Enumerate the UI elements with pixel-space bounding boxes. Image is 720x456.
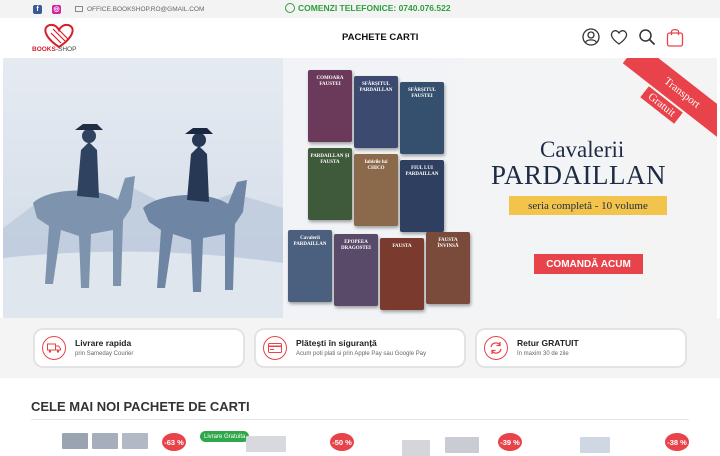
- banner-subtitle: seria completă - 10 volume: [509, 196, 667, 215]
- book-cover: EPOPEEA DRAGOSTEI: [334, 234, 378, 306]
- book-title: EPOPEEA DRAGOSTEI: [340, 240, 371, 251]
- product-image[interactable]: [445, 437, 479, 453]
- contact-email[interactable]: OFFICE.BOOKSHOP.RO@GMAIL.COM: [75, 6, 204, 13]
- book-set-image: COMOARA FAUSTEI SFÂRȘITUL PARDAILLAN SFÂ…: [286, 68, 486, 313]
- feature-subtitle: prin Sameday Courier: [75, 351, 134, 357]
- product-image[interactable]: [402, 440, 430, 456]
- book-cover: PARDAILLAN ȘI FAUSTA: [308, 148, 352, 220]
- book-cover: FIUL LUI PARDAILLAN: [400, 160, 444, 232]
- truck-icon: [42, 336, 66, 360]
- search-icon[interactable]: [638, 28, 656, 46]
- return-arrows-icon: [484, 336, 508, 360]
- mail-icon: [75, 6, 83, 12]
- book-cover: FAUSTA ÎNVINSĂ: [426, 232, 470, 304]
- product-image[interactable]: [580, 437, 610, 453]
- section-divider: [31, 419, 689, 420]
- book-title: COMOARA FAUSTEI: [316, 76, 344, 87]
- book-title: SFÂRȘITUL PARDAILLAN: [359, 82, 393, 93]
- wishlist-heart-icon[interactable]: [610, 29, 628, 45]
- book-cover: Iubirile lui CHICO: [354, 154, 398, 226]
- discount-badge: -39 %: [498, 433, 522, 451]
- feature-title: Plătești în siguranță: [296, 338, 377, 348]
- feature-secure-payment: Plătești în siguranță Acum poti plati si…: [254, 328, 466, 368]
- section-title: CELE MAI NOI PACHETE DE CARTI: [31, 399, 250, 414]
- order-now-button[interactable]: COMANDĂ ACUM: [534, 254, 643, 274]
- product-image[interactable]: [122, 433, 148, 449]
- book-title: FAUSTA ÎNVINSĂ: [437, 238, 459, 249]
- book-cover: FAUSTA: [380, 238, 424, 310]
- header-actions: [582, 27, 684, 47]
- phone-icon: [285, 3, 295, 13]
- free-shipping-ribbon: Transport: [622, 58, 717, 144]
- phone-text: COMENZI TELEFONICE: 0740.076.522: [298, 3, 451, 13]
- book-title: Iubirile lui CHICO: [364, 160, 388, 171]
- feature-title: Livrare rapida: [75, 338, 132, 348]
- feature-subtitle: Acum poti plati si prin Apple Pay sau Go…: [296, 351, 427, 357]
- site-header: BOOKS-SHOP PACHETE CARTI: [0, 18, 720, 58]
- product-image[interactable]: [92, 433, 118, 449]
- feature-free-return: Retur GRATUIT în maxim 30 de zile: [475, 328, 687, 368]
- logo-brand: BOOKS: [32, 46, 56, 53]
- discount-badge: -63 %: [162, 433, 186, 451]
- cart-bag-icon[interactable]: [666, 27, 684, 47]
- book-cover: Cavalerii PARDAILLAN: [288, 230, 332, 302]
- book-title: FIUL LUI PARDAILLAN: [405, 166, 439, 177]
- banner-title-line2: PARDAILLAN: [491, 160, 667, 190]
- feature-fast-delivery: Livrare rapida prin Sameday Courier: [33, 328, 245, 368]
- discount-badge: -38 %: [665, 433, 689, 451]
- book-cover: SFÂRȘITUL PARDAILLAN: [354, 76, 398, 148]
- discount-badge: -50 %: [330, 433, 354, 451]
- feature-subtitle: în maxim 30 de zile: [517, 351, 569, 357]
- top-bar: f ◎ OFFICE.BOOKSHOP.RO@GMAIL.COM COMENZI…: [0, 0, 720, 18]
- cavaliers-illustration: [3, 58, 283, 318]
- logo-suffix: -SHOP: [55, 46, 77, 53]
- book-title: Cavalerii PARDAILLAN: [293, 236, 327, 247]
- account-icon[interactable]: [582, 28, 600, 46]
- instagram-icon[interactable]: ◎: [52, 4, 61, 14]
- logo-text: BOOKS-SHOP: [32, 46, 76, 53]
- product-image[interactable]: [62, 433, 88, 449]
- feature-title: Retur GRATUIT: [517, 338, 579, 348]
- book-title: PARDAILLAN ȘI FAUSTA: [310, 154, 350, 165]
- book-title: SFÂRȘITUL FAUSTEI: [407, 88, 437, 99]
- email-text: OFFICE.BOOKSHOP.RO@GMAIL.COM: [87, 5, 205, 13]
- credit-card-icon: [263, 336, 287, 360]
- book-cover: COMOARA FAUSTEI: [308, 70, 352, 142]
- book-title: FAUSTA: [392, 244, 412, 249]
- facebook-icon[interactable]: f: [33, 4, 42, 14]
- phone-order-link[interactable]: COMENZI TELEFONICE: 0740.076.522: [285, 3, 451, 13]
- hero-banner[interactable]: COMOARA FAUSTEI SFÂRȘITUL PARDAILLAN SFÂ…: [3, 58, 717, 318]
- features-strip: Livrare rapida prin Sameday Courier Plăt…: [0, 318, 720, 378]
- free-shipping-badge: Livrare Gratuita: [200, 431, 250, 442]
- nav-pachete-carti[interactable]: PACHETE CARTI: [342, 32, 418, 43]
- book-cover: SFÂRȘITUL FAUSTEI: [400, 82, 444, 154]
